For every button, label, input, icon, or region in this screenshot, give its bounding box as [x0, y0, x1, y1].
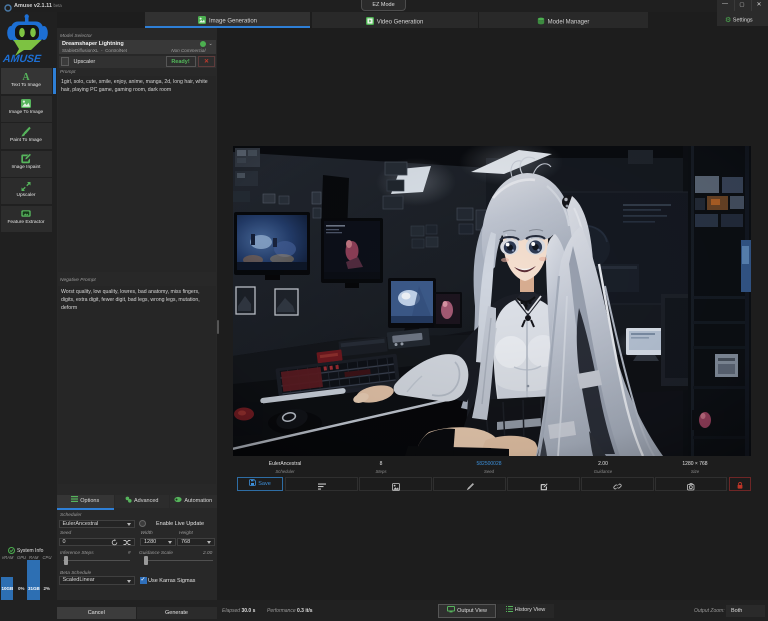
- svg-text:AMUSE: AMUSE: [1, 53, 42, 64]
- svg-text:A: A: [22, 72, 30, 82]
